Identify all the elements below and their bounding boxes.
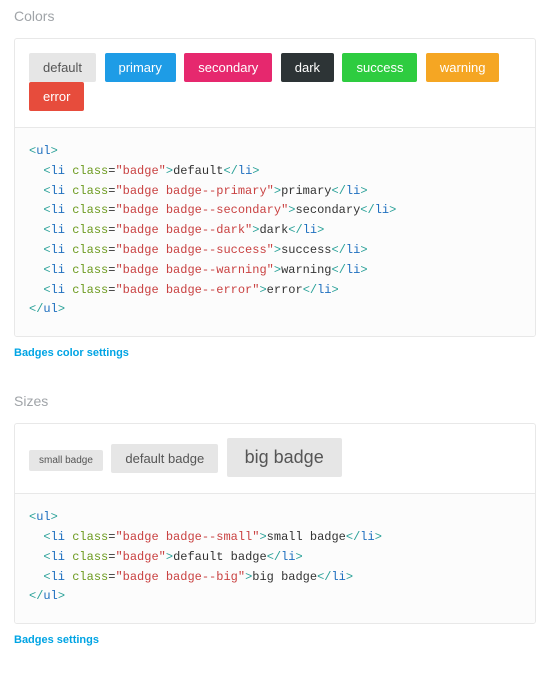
sizes-section-title: Sizes bbox=[14, 393, 536, 409]
badges-settings-link[interactable]: Badges settings bbox=[14, 634, 99, 646]
colors-panel: default primary secondary dark success w… bbox=[14, 38, 536, 337]
badge-big: big badge bbox=[227, 438, 342, 477]
badge-default-size: default badge bbox=[111, 444, 218, 473]
colors-preview: default primary secondary dark success w… bbox=[15, 39, 535, 128]
sizes-panel: small badge default badge big badge <ul>… bbox=[14, 423, 536, 624]
badge-warning: warning bbox=[426, 53, 500, 82]
badge-error: error bbox=[29, 82, 84, 111]
sizes-code: <ul> <li class="badge badge--small">smal… bbox=[15, 494, 535, 623]
badge-primary: primary bbox=[105, 53, 176, 82]
badge-success: success bbox=[342, 53, 417, 82]
badge-dark: dark bbox=[281, 53, 334, 82]
colors-section-title: Colors bbox=[14, 8, 536, 24]
badges-color-settings-link[interactable]: Badges color settings bbox=[14, 347, 129, 359]
badge-secondary: secondary bbox=[184, 53, 272, 82]
badge-default: default bbox=[29, 53, 96, 82]
colors-code: <ul> <li class="badge">default</li> <li … bbox=[15, 128, 535, 336]
sizes-preview: small badge default badge big badge bbox=[15, 424, 535, 494]
badge-small: small badge bbox=[29, 450, 103, 471]
